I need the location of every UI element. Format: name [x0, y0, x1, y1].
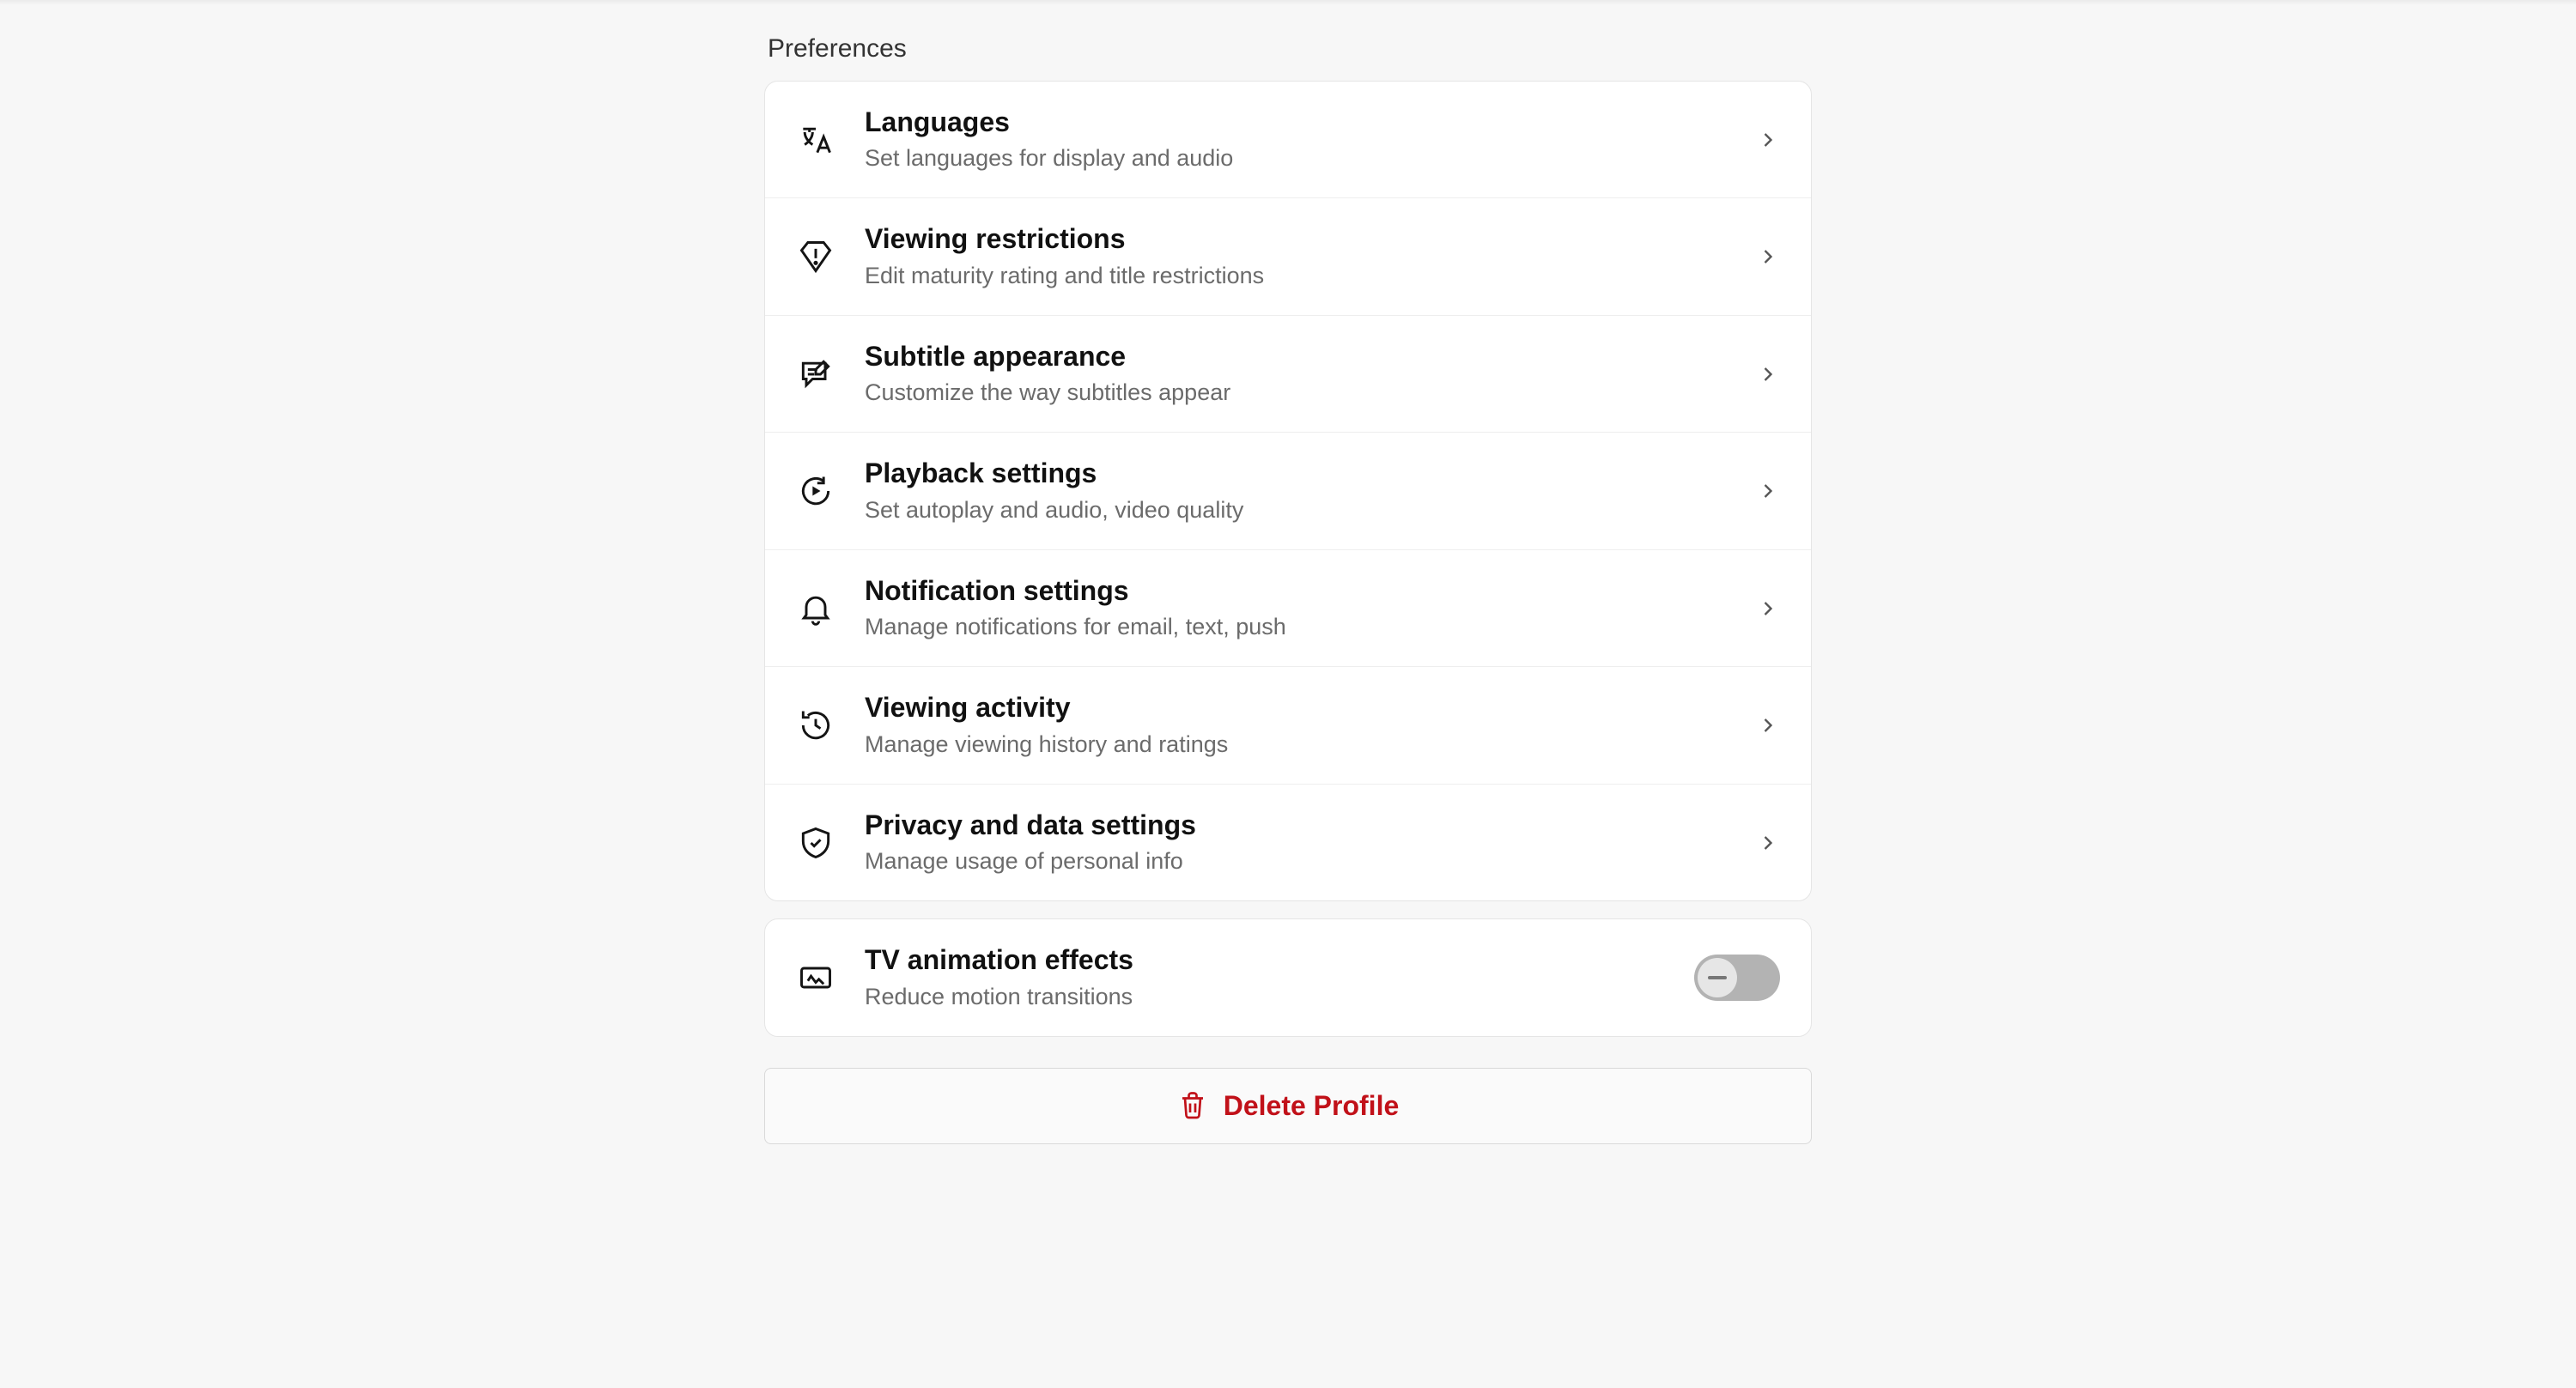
row-sub: Manage viewing history and ratings [865, 730, 1756, 760]
row-sub: Manage notifications for email, text, pu… [865, 612, 1756, 642]
delete-profile-label: Delete Profile [1224, 1090, 1400, 1122]
row-title: TV animation effects [865, 943, 1694, 976]
chevron-right-icon [1756, 713, 1780, 737]
preferences-card: Languages Set languages for display and … [764, 81, 1812, 901]
row-sub: Edit maturity rating and title restricti… [865, 261, 1756, 291]
row-privacy-data-settings[interactable]: Privacy and data settings Manage usage o… [765, 785, 1811, 900]
chevron-right-icon [1756, 479, 1780, 503]
delete-profile-button[interactable]: Delete Profile [764, 1068, 1812, 1144]
tv-animation-toggle[interactable] [1694, 955, 1780, 1001]
chevron-right-icon [1756, 128, 1780, 152]
row-title: Subtitle appearance [865, 340, 1756, 373]
languages-icon [796, 120, 835, 160]
chevron-right-icon [1756, 362, 1780, 386]
row-viewing-activity[interactable]: Viewing activity Manage viewing history … [765, 667, 1811, 784]
toggle-card: TV animation effects Reduce motion trans… [764, 918, 1812, 1036]
tv-animation-icon [796, 958, 835, 997]
trash-icon [1177, 1089, 1208, 1123]
row-playback-settings[interactable]: Playback settings Set autoplay and audio… [765, 433, 1811, 549]
playback-refresh-icon [796, 471, 835, 511]
section-title: Preferences [764, 34, 1812, 64]
row-languages[interactable]: Languages Set languages for display and … [765, 82, 1811, 198]
row-title: Notification settings [865, 574, 1756, 607]
chevron-right-icon [1756, 831, 1780, 855]
row-sub: Set languages for display and audio [865, 143, 1756, 173]
history-icon [796, 706, 835, 745]
row-tv-animation: TV animation effects Reduce motion trans… [765, 919, 1811, 1035]
row-sub: Customize the way subtitles appear [865, 378, 1756, 408]
shield-check-icon [796, 823, 835, 863]
row-notification-settings[interactable]: Notification settings Manage notificatio… [765, 550, 1811, 667]
row-viewing-restrictions[interactable]: Viewing restrictions Edit maturity ratin… [765, 198, 1811, 315]
row-title: Viewing restrictions [865, 222, 1756, 255]
row-title: Privacy and data settings [865, 809, 1756, 841]
row-sub: Manage usage of personal info [865, 846, 1756, 876]
warning-hex-icon [796, 237, 835, 276]
row-title: Languages [865, 106, 1756, 138]
row-title: Playback settings [865, 457, 1756, 489]
row-sub: Set autoplay and audio, video quality [865, 495, 1756, 525]
chevron-right-icon [1756, 597, 1780, 621]
chevron-right-icon [1756, 245, 1780, 269]
row-sub: Reduce motion transitions [865, 982, 1694, 1012]
subtitle-edit-icon [796, 355, 835, 394]
row-subtitle-appearance[interactable]: Subtitle appearance Customize the way su… [765, 316, 1811, 433]
toggle-knob [1698, 958, 1737, 997]
bell-icon [796, 589, 835, 628]
row-title: Viewing activity [865, 691, 1756, 724]
